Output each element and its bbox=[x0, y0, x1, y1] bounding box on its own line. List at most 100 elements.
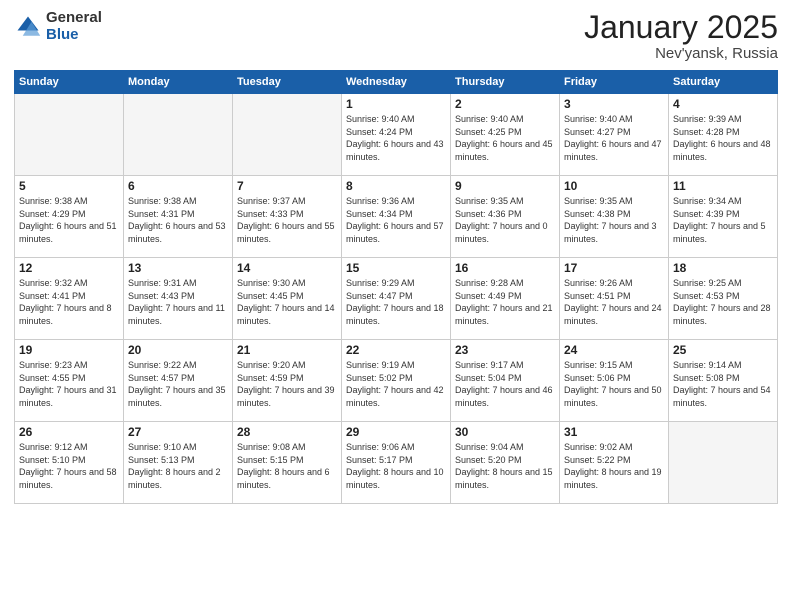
table-row: 27 Sunrise: 9:10 AMSunset: 5:13 PMDayligh… bbox=[124, 422, 233, 504]
day-info: Sunrise: 9:20 AMSunset: 4:59 PMDaylight:… bbox=[237, 359, 337, 409]
day-info: Sunrise: 9:32 AMSunset: 4:41 PMDaylight:… bbox=[19, 277, 119, 327]
table-row: 26Sunrise: 9:12 AMSunset: 5:10 PMDayligh… bbox=[15, 422, 124, 504]
calendar-table: Sunday Monday Tuesday Wednesday Thursday… bbox=[14, 70, 778, 504]
day-info: Sunrise: 9:35 AMSunset: 4:38 PMDaylight:… bbox=[564, 195, 664, 245]
table-row: 6Sunrise: 9:38 AMSunset: 4:31 PMDaylight… bbox=[124, 176, 233, 258]
table-row: 28 Sunrise: 9:08 AMSunset: 5:15 PMDayligh… bbox=[233, 422, 342, 504]
day-number: 1 bbox=[346, 97, 446, 111]
day-number: 29 bbox=[346, 425, 446, 439]
table-row: 14 Sunrise: 9:30 AMSunset: 4:45 PMDayligh… bbox=[233, 258, 342, 340]
day-number: 23 bbox=[455, 343, 555, 357]
calendar-subtitle: Nev'yansk, Russia bbox=[584, 45, 778, 62]
table-row: 24Sunrise: 9:15 AMSunset: 5:06 PMDayligh… bbox=[560, 340, 669, 422]
page: General Blue January 2025 Nev'yansk, Rus… bbox=[0, 0, 792, 612]
day-number: 3 bbox=[564, 97, 664, 111]
table-row: 3 Sunrise: 9:40 AMSunset: 4:27 PMDaylight… bbox=[560, 94, 669, 176]
calendar-week-row: 12 Sunrise: 9:32 AMSunset: 4:41 PMDayligh… bbox=[15, 258, 778, 340]
logo: General Blue bbox=[14, 10, 102, 43]
header: General Blue January 2025 Nev'yansk, Rus… bbox=[14, 10, 778, 62]
day-info: Sunrise: 9:26 AMSunset: 4:51 PMDaylight:… bbox=[564, 277, 664, 327]
title-block: January 2025 Nev'yansk, Russia bbox=[584, 10, 778, 62]
table-row: 21Sunrise: 9:20 AMSunset: 4:59 PMDayligh… bbox=[233, 340, 342, 422]
header-wednesday: Wednesday bbox=[342, 71, 451, 94]
day-number: 27 bbox=[128, 425, 228, 439]
table-row: 7 Sunrise: 9:37 AMSunset: 4:33 PMDaylight… bbox=[233, 176, 342, 258]
day-info: Sunrise: 9:28 AMSunset: 4:49 PMDaylight:… bbox=[455, 277, 555, 327]
day-number: 11 bbox=[673, 179, 773, 193]
day-number: 25 bbox=[673, 343, 773, 357]
header-tuesday: Tuesday bbox=[233, 71, 342, 94]
day-info: Sunrise: 9:17 AMSunset: 5:04 PMDaylight:… bbox=[455, 359, 555, 409]
day-info: Sunrise: 9:06 AMSunset: 5:17 PMDaylight:… bbox=[346, 441, 446, 491]
header-sunday: Sunday bbox=[15, 71, 124, 94]
day-number: 2 bbox=[455, 97, 555, 111]
table-row: 15 Sunrise: 9:29 AMSunset: 4:47 PMDayligh… bbox=[342, 258, 451, 340]
day-info: Sunrise: 9:22 AMSunset: 4:57 PMDaylight:… bbox=[128, 359, 228, 409]
table-row bbox=[15, 94, 124, 176]
day-number: 10 bbox=[564, 179, 664, 193]
logo-general-text: General bbox=[46, 10, 102, 27]
day-info: Sunrise: 9:08 AMSunset: 5:15 PMDaylight:… bbox=[237, 441, 337, 491]
calendar-week-row: 5Sunrise: 9:38 AMSunset: 4:29 PMDaylight… bbox=[15, 176, 778, 258]
table-row: 30Sunrise: 9:04 AMSunset: 5:20 PMDayligh… bbox=[451, 422, 560, 504]
day-info: Sunrise: 9:31 AMSunset: 4:43 PMDaylight:… bbox=[128, 277, 228, 327]
day-info: Sunrise: 9:04 AMSunset: 5:20 PMDaylight:… bbox=[455, 441, 555, 491]
logo-icon bbox=[14, 13, 42, 41]
day-number: 22 bbox=[346, 343, 446, 357]
table-row: 25Sunrise: 9:14 AMSunset: 5:08 PMDayligh… bbox=[669, 340, 778, 422]
table-row: 19Sunrise: 9:23 AMSunset: 4:55 PMDayligh… bbox=[15, 340, 124, 422]
day-number: 17 bbox=[564, 261, 664, 275]
day-info: Sunrise: 9:40 AMSunset: 4:24 PMDaylight:… bbox=[346, 113, 446, 163]
table-row: 29 Sunrise: 9:06 AMSunset: 5:17 PMDayligh… bbox=[342, 422, 451, 504]
table-row: 31Sunrise: 9:02 AMSunset: 5:22 PMDayligh… bbox=[560, 422, 669, 504]
day-number: 15 bbox=[346, 261, 446, 275]
day-number: 14 bbox=[237, 261, 337, 275]
table-row: 16 Sunrise: 9:28 AMSunset: 4:49 PMDayligh… bbox=[451, 258, 560, 340]
header-monday: Monday bbox=[124, 71, 233, 94]
table-row: 12 Sunrise: 9:32 AMSunset: 4:41 PMDayligh… bbox=[15, 258, 124, 340]
day-info: Sunrise: 9:40 AMSunset: 4:25 PMDaylight:… bbox=[455, 113, 555, 163]
calendar-week-row: 19Sunrise: 9:23 AMSunset: 4:55 PMDayligh… bbox=[15, 340, 778, 422]
table-row: 23 Sunrise: 9:17 AMSunset: 5:04 PMDayligh… bbox=[451, 340, 560, 422]
day-number: 16 bbox=[455, 261, 555, 275]
day-number: 8 bbox=[346, 179, 446, 193]
day-info: Sunrise: 9:40 AMSunset: 4:27 PMDaylight:… bbox=[564, 113, 664, 163]
table-row bbox=[669, 422, 778, 504]
table-row bbox=[233, 94, 342, 176]
day-number: 9 bbox=[455, 179, 555, 193]
day-number: 7 bbox=[237, 179, 337, 193]
calendar-title: January 2025 bbox=[584, 10, 778, 45]
day-info: Sunrise: 9:38 AMSunset: 4:29 PMDaylight:… bbox=[19, 195, 119, 245]
table-row: 1 Sunrise: 9:40 AMSunset: 4:24 PMDaylight… bbox=[342, 94, 451, 176]
table-row bbox=[124, 94, 233, 176]
table-row: 5Sunrise: 9:38 AMSunset: 4:29 PMDaylight… bbox=[15, 176, 124, 258]
day-number: 28 bbox=[237, 425, 337, 439]
day-number: 13 bbox=[128, 261, 228, 275]
day-info: Sunrise: 9:25 AMSunset: 4:53 PMDaylight:… bbox=[673, 277, 773, 327]
day-info: Sunrise: 9:36 AMSunset: 4:34 PMDaylight:… bbox=[346, 195, 446, 245]
table-row: 22 Sunrise: 9:19 AMSunset: 5:02 PMDayligh… bbox=[342, 340, 451, 422]
logo-text: General Blue bbox=[46, 10, 102, 43]
day-info: Sunrise: 9:29 AMSunset: 4:47 PMDaylight:… bbox=[346, 277, 446, 327]
table-row: 10 Sunrise: 9:35 AMSunset: 4:38 PMDayligh… bbox=[560, 176, 669, 258]
table-row: 17 Sunrise: 9:26 AMSunset: 4:51 PMDayligh… bbox=[560, 258, 669, 340]
day-info: Sunrise: 9:15 AMSunset: 5:06 PMDaylight:… bbox=[564, 359, 664, 409]
day-info: Sunrise: 9:19 AMSunset: 5:02 PMDaylight:… bbox=[346, 359, 446, 409]
day-info: Sunrise: 9:23 AMSunset: 4:55 PMDaylight:… bbox=[19, 359, 119, 409]
day-info: Sunrise: 9:10 AMSunset: 5:13 PMDaylight:… bbox=[128, 441, 228, 491]
day-info: Sunrise: 9:30 AMSunset: 4:45 PMDaylight:… bbox=[237, 277, 337, 327]
header-friday: Friday bbox=[560, 71, 669, 94]
table-row: 4Sunrise: 9:39 AMSunset: 4:28 PMDaylight… bbox=[669, 94, 778, 176]
day-info: Sunrise: 9:12 AMSunset: 5:10 PMDaylight:… bbox=[19, 441, 119, 491]
day-number: 12 bbox=[19, 261, 119, 275]
calendar-week-row: 26Sunrise: 9:12 AMSunset: 5:10 PMDayligh… bbox=[15, 422, 778, 504]
table-row: 8 Sunrise: 9:36 AMSunset: 4:34 PMDaylight… bbox=[342, 176, 451, 258]
day-number: 4 bbox=[673, 97, 773, 111]
table-row: 11Sunrise: 9:34 AMSunset: 4:39 PMDayligh… bbox=[669, 176, 778, 258]
day-number: 31 bbox=[564, 425, 664, 439]
day-number: 20 bbox=[128, 343, 228, 357]
day-info: Sunrise: 9:37 AMSunset: 4:33 PMDaylight:… bbox=[237, 195, 337, 245]
logo-blue-text: Blue bbox=[46, 27, 102, 44]
day-number: 6 bbox=[128, 179, 228, 193]
calendar-week-row: 1 Sunrise: 9:40 AMSunset: 4:24 PMDaylight… bbox=[15, 94, 778, 176]
